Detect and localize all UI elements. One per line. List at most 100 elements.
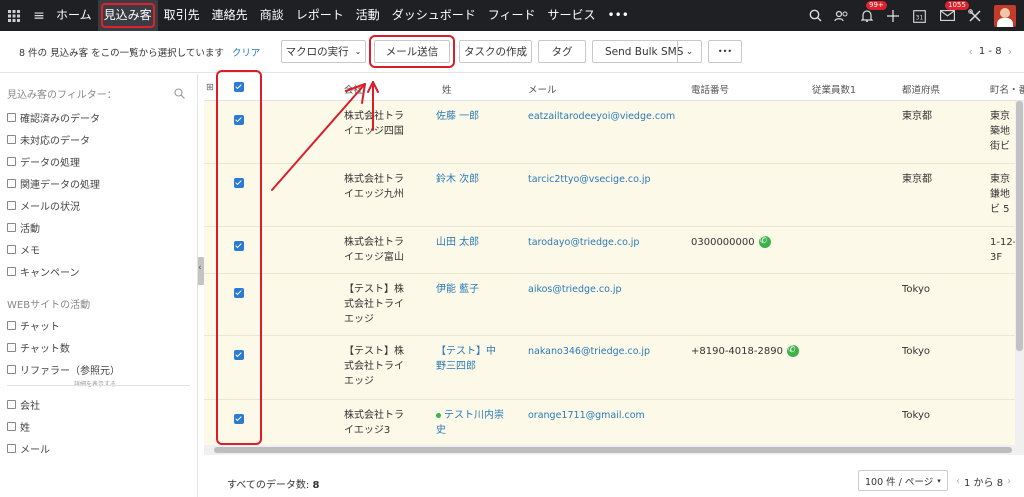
filter-item[interactable]: 未対応のデータ xyxy=(7,132,90,147)
chevron-down-icon[interactable]: ⌄ xyxy=(677,41,701,62)
email-link[interactable]: tarodayo@triedge.co.jp xyxy=(528,235,639,250)
tools-icon[interactable] xyxy=(962,0,988,31)
phone-call-icon[interactable] xyxy=(786,343,799,358)
app-grid-icon[interactable] xyxy=(0,0,28,31)
company-cell-line: イエッジ富山 xyxy=(344,252,404,263)
company-cell-line: エッジ xyxy=(344,314,374,325)
name-link-line: 伊能 藍子 xyxy=(436,284,480,295)
row-checkbox[interactable] xyxy=(234,414,244,424)
chevron-right-icon[interactable]: › xyxy=(1007,476,1011,487)
filter-item[interactable]: 会社 xyxy=(7,397,40,412)
column-header-town[interactable]: 町名・番地 xyxy=(990,82,1024,96)
nav-tab[interactable]: ••• xyxy=(602,0,635,31)
nav-tab[interactable]: レポート xyxy=(290,0,350,31)
filter-checkbox[interactable] xyxy=(7,157,16,166)
filter-checkbox[interactable] xyxy=(7,444,16,453)
row-checkbox[interactable] xyxy=(234,178,244,188)
run-macro-dropdown[interactable]: マクロの実行 ⌄ xyxy=(281,40,366,63)
name-link[interactable]: 鈴木 次郎 xyxy=(436,172,479,187)
vertical-scrollbar[interactable] xyxy=(1015,101,1024,445)
email-link[interactable]: eatzailtarodeeyoi@viedge.com xyxy=(528,109,675,124)
row-checkbox[interactable] xyxy=(234,115,244,125)
filter-checkbox[interactable] xyxy=(7,201,16,210)
send-bulk-sms-button[interactable]: Send Bulk SMS ⌄ xyxy=(592,40,702,63)
chevron-left-icon[interactable]: ‹ xyxy=(968,45,972,58)
filter-item[interactable]: 姓 xyxy=(7,419,30,434)
horizontal-scrollbar[interactable] xyxy=(204,445,1024,455)
email-link[interactable]: nakano346@triedge.co.jp xyxy=(528,344,650,359)
name-link[interactable]: 山田 太郎 xyxy=(436,235,479,250)
nav-tab[interactable]: サービス xyxy=(542,0,602,31)
filter-checkbox[interactable] xyxy=(7,267,16,276)
calendar-icon[interactable]: 31 xyxy=(906,0,932,31)
nav-tab[interactable]: 活動 xyxy=(350,0,386,31)
filter-checkbox[interactable] xyxy=(7,365,16,374)
chevron-right-icon[interactable]: › xyxy=(1008,45,1012,58)
name-link[interactable]: 佐藤 一郎 xyxy=(436,109,479,124)
row-checkbox[interactable] xyxy=(234,241,244,251)
row-checkbox[interactable] xyxy=(234,350,244,360)
filter-checkbox[interactable] xyxy=(7,223,16,232)
filter-checkbox[interactable] xyxy=(7,179,16,188)
nav-tab[interactable]: 連絡先 xyxy=(206,0,254,31)
mail-icon[interactable]: 1055 xyxy=(932,0,969,31)
nav-tab[interactable]: 取引先 xyxy=(158,0,206,31)
filter-checkbox[interactable] xyxy=(7,343,16,352)
filter-checkbox[interactable] xyxy=(7,400,16,409)
menu-icon[interactable]: ≡ xyxy=(28,0,50,31)
nav-tab[interactable]: フィード xyxy=(482,0,542,31)
filter-item[interactable]: キャンペーン xyxy=(7,264,80,279)
show-more-link[interactable]: 詳細を表示する xyxy=(0,379,190,388)
filter-checkbox[interactable] xyxy=(7,422,16,431)
name-link[interactable]: 伊能 藍子 xyxy=(436,282,479,297)
filter-item[interactable]: 関連データの処理 xyxy=(7,176,100,191)
filter-item[interactable]: 確認済みのデータ xyxy=(7,110,100,125)
column-header-name[interactable]: 姓 xyxy=(442,82,452,96)
column-settings-icon[interactable]: ⊞ xyxy=(206,82,214,93)
clear-selection-link[interactable]: クリア xyxy=(232,45,261,59)
create-task-button[interactable]: タスクの作成 xyxy=(459,40,532,63)
filter-search-icon[interactable] xyxy=(174,84,185,103)
email-link[interactable]: tarcic2ttyo@vsecige.co.jp xyxy=(528,172,651,187)
column-header-email[interactable]: メール xyxy=(528,82,557,96)
filter-item[interactable]: チャット数 xyxy=(7,340,70,355)
row-checkbox[interactable] xyxy=(234,288,244,298)
bell-icon[interactable]: 99+ xyxy=(854,0,887,31)
company-cell: 株式会社トラ イエッジ3 xyxy=(344,408,404,438)
column-header-phone[interactable]: 電話番号 xyxy=(691,82,729,96)
column-header-company[interactable]: 会社 xyxy=(344,82,363,96)
email-link[interactable]: orange1711@gmail.com xyxy=(528,408,645,423)
filter-item[interactable]: 活動 xyxy=(7,220,40,235)
send-mail-button[interactable]: メール送信 xyxy=(369,35,455,68)
filter-item[interactable]: メモ xyxy=(7,242,40,257)
nav-tab[interactable]: 商談 xyxy=(254,0,290,31)
per-page-select[interactable]: 100 件 / ページ ▾ xyxy=(858,470,948,491)
name-link[interactable]: テスト川内崇史 xyxy=(436,408,504,438)
filter-item[interactable]: チャット xyxy=(7,318,60,333)
filter-checkbox[interactable] xyxy=(7,135,16,144)
nav-tab[interactable]: 見込み客 xyxy=(97,0,158,31)
filter-item[interactable]: メール xyxy=(7,441,50,456)
contacts-icon[interactable] xyxy=(828,0,854,31)
filter-item[interactable]: メールの状況 xyxy=(7,198,80,213)
plus-icon[interactable] xyxy=(880,0,906,31)
name-link[interactable]: 【テスト】中 野三四郎 xyxy=(436,344,496,374)
select-all-checkbox[interactable] xyxy=(234,82,244,92)
user-avatar[interactable] xyxy=(994,4,1016,27)
search-icon[interactable] xyxy=(802,0,828,31)
column-header-employees[interactable]: 従業員数1 xyxy=(812,82,856,96)
email-link[interactable]: aikos@triedge.co.jp xyxy=(528,282,621,297)
more-actions-button[interactable]: ••• xyxy=(708,40,742,63)
tag-button[interactable]: タグ xyxy=(538,40,586,63)
column-header-prefecture[interactable]: 都道府県 xyxy=(902,82,940,96)
nav-tab[interactable]: ホーム xyxy=(50,0,98,31)
chevron-left-icon[interactable]: ‹ xyxy=(956,476,960,487)
filter-item[interactable]: リファラー（参照元） xyxy=(7,362,120,377)
filter-checkbox[interactable] xyxy=(7,245,16,254)
selection-info: 8 件の 見込み客 をこの一覧から選択しています xyxy=(19,47,224,59)
filter-checkbox[interactable] xyxy=(7,113,16,122)
filter-checkbox[interactable] xyxy=(7,321,16,330)
phone-call-icon[interactable] xyxy=(758,234,771,249)
filter-item[interactable]: データの処理 xyxy=(7,154,80,169)
nav-tab[interactable]: ダッシュボード xyxy=(386,0,482,31)
